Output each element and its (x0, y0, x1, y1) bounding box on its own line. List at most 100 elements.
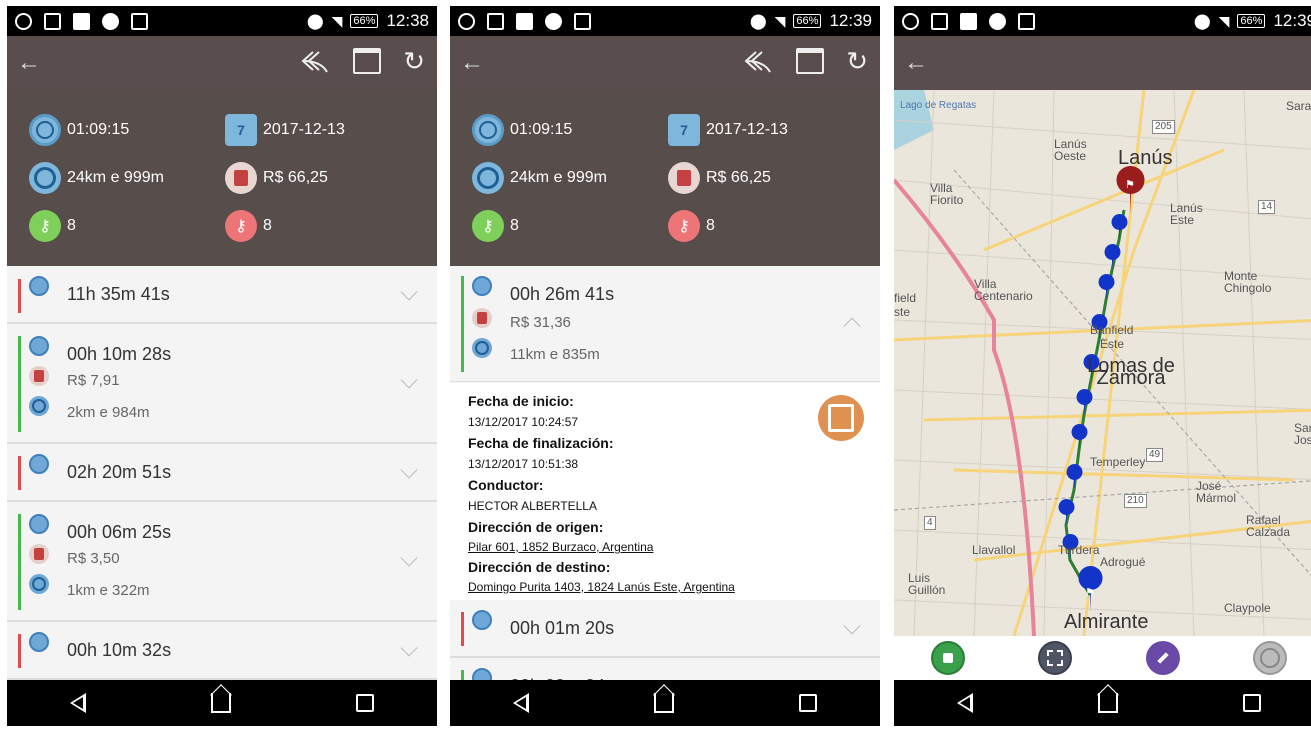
share-icon[interactable] (742, 46, 774, 76)
trip-duration: 00h 06m 25s (67, 522, 172, 542)
trip-details-panel: Fecha de inicio: 13/12/2017 10:24:57 Fec… (450, 383, 880, 600)
refresh-icon[interactable]: ↻ (846, 46, 868, 76)
nav-back-icon[interactable] (69, 693, 86, 713)
trip-duration: 11h 35m 41s (67, 284, 170, 304)
open-map-button[interactable] (818, 395, 864, 441)
nav-recents-icon[interactable] (799, 694, 818, 712)
chevron-down-icon[interactable] (400, 461, 418, 479)
chevron-down-icon[interactable] (843, 617, 861, 635)
android-nav-bar (450, 680, 880, 726)
trip-row[interactable]: 00h 01m 20s (450, 600, 880, 658)
end-date-value: 13/12/2017 10:51:38 (468, 457, 579, 471)
scan-focus-icon[interactable] (1038, 641, 1073, 675)
map-label-llavallol: Llavallol (972, 543, 1016, 557)
whatsapp-icon (15, 12, 32, 30)
calendar-icon[interactable] (353, 48, 382, 74)
summary-duration: 01:09:15 (29, 114, 129, 146)
map-label-lanus-oeste: Lanús Oeste (1054, 137, 1087, 163)
status-bar-green (461, 276, 464, 372)
toolbar: ← (894, 36, 1311, 90)
screen-trip-detail: ⬤ ◥ 66% 12:39 ← ↻ 01:09:15 7 2017-12-13 … (450, 6, 880, 726)
refresh-icon[interactable]: ↻ (403, 46, 425, 76)
satellite-icon[interactable] (1145, 641, 1180, 675)
summary-ignition-off: ⚷ 8 (668, 210, 715, 242)
trip-list-continued: 00h 01m 20s 00h 03m 24s (450, 600, 880, 688)
route-map[interactable]: ⚑ ⚑ Lago de Regatas Lanús Oeste Lanús Vi… (894, 90, 1311, 636)
steering-wheel-icon (472, 162, 504, 194)
back-arrow-icon[interactable]: ← (460, 49, 484, 77)
nav-home-icon[interactable] (1097, 693, 1118, 713)
map-label-villa-fiorito: Villa Fiorito (930, 181, 964, 207)
map-label-almirante: Almirante (1064, 611, 1149, 633)
trip-row-expanded[interactable]: 00h 26m 41s R$ 31,36 11km e 835m (450, 266, 880, 382)
summary-distance: 24km e 999m (472, 162, 607, 194)
summary-distance-value: 24km e 999m (510, 169, 607, 186)
clock: 12:39 (829, 11, 872, 30)
trip-row[interactable]: 00h 06m 25s R$ 3,50 1km e 322m (7, 502, 437, 622)
nav-back-icon[interactable] (956, 693, 973, 713)
origin-label: Dirección de origen: (468, 519, 604, 535)
map-label-banfield-este: Este (1100, 337, 1125, 351)
chevron-down-icon[interactable] (400, 639, 418, 657)
steering-wheel-icon (29, 574, 49, 594)
summary-date: 7 2017-12-13 (225, 114, 345, 146)
stopwatch-icon (472, 114, 504, 146)
nav-home-icon[interactable] (653, 693, 674, 713)
map-label-sarandi: Sarar (1286, 99, 1311, 113)
destination-address-link[interactable]: Domingo Purita 1403, 1824 Lanús Este, Ar… (468, 577, 862, 597)
summary-date-value: 2017-12-13 (706, 121, 788, 138)
map-label-monte-chingolo: Monte Chingolo (1224, 269, 1272, 295)
check-icon (131, 12, 148, 30)
summary-cost-value: R$ 66,25 (263, 169, 328, 186)
end-date-label: Fecha de finalización: (468, 435, 614, 451)
trip-summary: 01:09:15 7 2017-12-13 24km e 999m R$ 66,… (450, 90, 880, 266)
back-arrow-icon[interactable]: ← (904, 49, 928, 77)
status-bar-green (18, 514, 21, 610)
map-label-field: field (894, 291, 917, 305)
stopwatch-icon (29, 514, 49, 534)
battery-indicator: 66% (1237, 14, 1266, 28)
road-shield-205: 205 (1152, 120, 1175, 134)
trip-distance: 11km e 835m (510, 346, 600, 363)
chevron-down-icon[interactable] (400, 549, 418, 567)
system-icons: ⬤ ◥ 66% 12:38 (307, 11, 429, 31)
summary-duration: 01:09:15 (472, 114, 572, 146)
circle-icon (545, 12, 562, 30)
key-on-icon: ⚷ (29, 210, 61, 242)
destination-label: Dirección de destino: (468, 559, 611, 575)
trip-cost: R$ 7,91 (67, 372, 120, 389)
nav-recents-icon[interactable] (356, 694, 375, 712)
nav-recents-icon[interactable] (1243, 694, 1262, 712)
fuel-can-icon (668, 162, 700, 194)
map-label-claypole: Claypole (1224, 601, 1271, 615)
wifi-icon: ◥ (774, 12, 786, 29)
notification-icons (15, 12, 148, 30)
steering-wheel-icon (29, 162, 61, 194)
image-icon (44, 12, 61, 30)
trip-row[interactable]: 02h 20m 51s (7, 444, 437, 502)
circle-icon (102, 12, 119, 30)
unlock-icon[interactable] (930, 641, 965, 675)
radar-icon[interactable] (1253, 641, 1288, 675)
stopwatch-icon (29, 276, 49, 296)
chevron-down-icon[interactable] (400, 371, 418, 389)
map-action-bar (894, 636, 1311, 680)
status-bar: ⬤ ◥ 66% 12:38 (7, 6, 437, 36)
nav-home-icon[interactable] (210, 693, 231, 713)
calendar-day-icon: 7 (225, 114, 257, 146)
trip-row[interactable]: 11h 35m 41s (7, 266, 437, 324)
summary-ignition-on: ⚷ 8 (472, 210, 519, 242)
share-icon[interactable] (299, 46, 331, 76)
trip-cost: R$ 31,36 (510, 314, 571, 331)
nav-back-icon[interactable] (512, 693, 529, 713)
back-arrow-icon[interactable]: ← (17, 49, 41, 77)
trip-row[interactable]: 00h 10m 32s (7, 622, 437, 680)
origin-address-link[interactable]: Pilar 601, 1852 Burzaco, Argentina (468, 537, 862, 557)
stopwatch-icon (29, 336, 49, 356)
chevron-down-icon[interactable] (400, 283, 418, 301)
trip-list: 11h 35m 41s 00h 10m 28s R$ 7,91 2km e 98… (7, 266, 437, 680)
toolbar: ← ↻ (450, 36, 880, 90)
chevron-up-icon[interactable] (843, 317, 861, 335)
trip-row[interactable]: 00h 10m 28s R$ 7,91 2km e 984m (7, 324, 437, 444)
calendar-icon[interactable] (796, 48, 825, 74)
